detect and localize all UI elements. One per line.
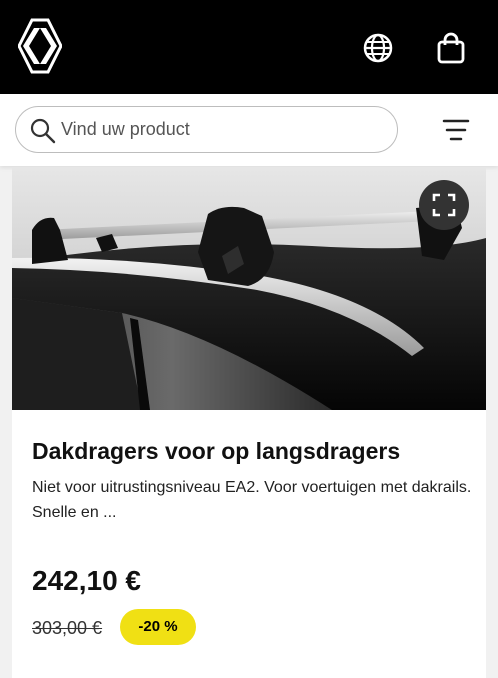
fullscreen-icon (432, 193, 456, 217)
product-image[interactable] (12, 168, 486, 410)
top-navigation-bar (0, 0, 498, 94)
search-bar: Vind uw product (0, 94, 498, 166)
product-title[interactable]: Dakdragers voor op langsdragers (32, 438, 472, 465)
fullscreen-button[interactable] (419, 180, 469, 230)
filter-icon[interactable] (442, 116, 470, 144)
search-input[interactable]: Vind uw product (15, 106, 398, 153)
product-card[interactable]: Dakdragers voor op langsdragers Niet voo… (12, 168, 486, 678)
globe-icon[interactable] (362, 32, 394, 64)
product-old-price: 303,00 € (32, 618, 103, 638)
search-icon (30, 118, 56, 144)
shopping-bag-icon[interactable] (434, 31, 468, 65)
renault-logo-icon[interactable] (18, 18, 62, 74)
discount-badge: -20 % (120, 609, 196, 645)
product-description: Niet voor uitrustingsniveau EA2. Voor vo… (32, 479, 472, 521)
product-price: 242,10 € (32, 565, 141, 596)
search-placeholder: Vind uw product (61, 119, 190, 139)
